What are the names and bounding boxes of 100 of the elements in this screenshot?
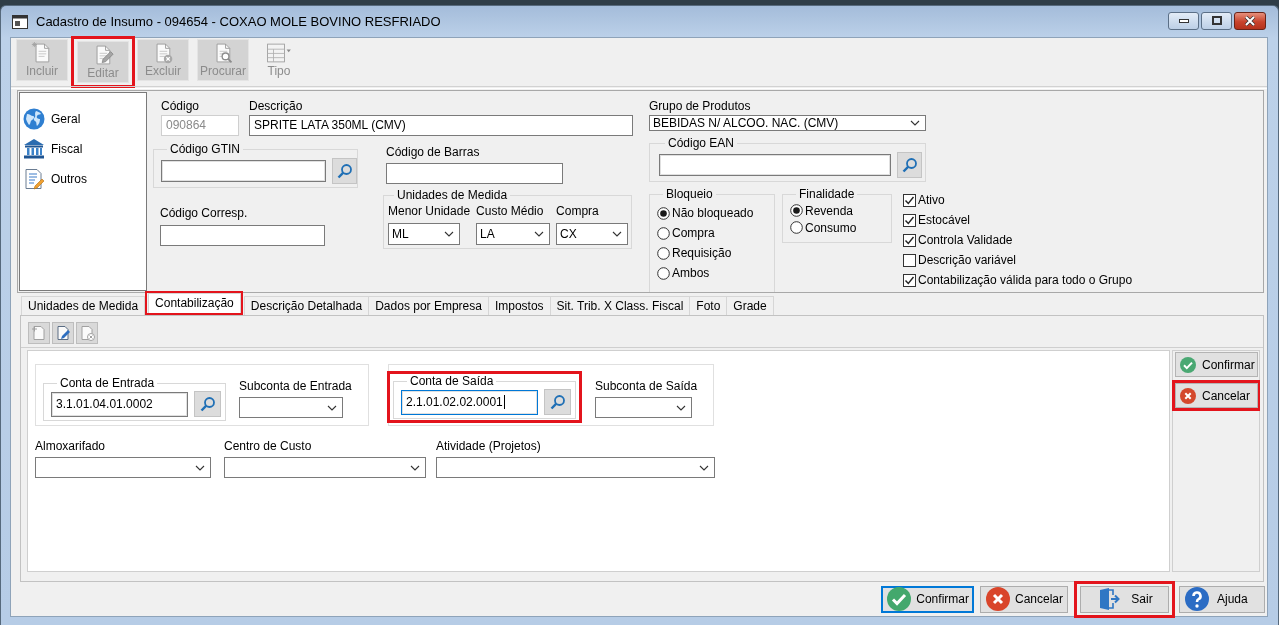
- field-label: Centro de Custo: [224, 439, 313, 453]
- field-label: Subconta de Entrada: [239, 379, 352, 393]
- radio-label: Consumo: [805, 220, 857, 235]
- tab[interactable]: Contabilização: [148, 293, 241, 313]
- close-button[interactable]: [1234, 11, 1266, 30]
- window-title: Cadastro de Insumo - 094654 - COXAO MOLE BOVINO RESFRIADO: [36, 14, 441, 29]
- input-field[interactable]: [659, 154, 891, 176]
- checkbox-label: Controla Validade: [918, 233, 1013, 247]
- radio-button[interactable]: [657, 266, 670, 280]
- maximize-icon: [1211, 16, 1222, 25]
- chevron-down-icon: [910, 120, 920, 126]
- confirm-button[interactable]: Confirmar: [881, 585, 974, 613]
- group-label: Finalidade: [798, 187, 856, 201]
- maximize-button[interactable]: [1201, 11, 1232, 30]
- group-label: Código GTIN: [169, 142, 242, 156]
- help-icon: [1185, 587, 1209, 611]
- search-button[interactable]: [194, 391, 221, 417]
- group-label: Bloqueio: [665, 187, 714, 201]
- radio-label: Requisição: [672, 246, 732, 260]
- minimize-button[interactable]: [1168, 11, 1199, 30]
- input-field[interactable]: [160, 225, 325, 246]
- tab[interactable]: Impostos: [487, 296, 551, 315]
- tab[interactable]: Descrição Detalhada: [243, 296, 370, 315]
- search-button[interactable]: [544, 389, 571, 415]
- search-icon: [199, 396, 216, 412]
- x-circle-icon: [985, 587, 1010, 611]
- dropdown[interactable]: LA: [476, 223, 551, 245]
- dropdown[interactable]: [35, 457, 211, 478]
- chevron-down-icon: [676, 404, 686, 411]
- sidebar-item[interactable]: Geral: [20, 104, 146, 134]
- exit-button[interactable]: Sair: [1080, 585, 1169, 613]
- edit-button[interactable]: [52, 322, 74, 344]
- minimize-icon: [1178, 18, 1189, 23]
- dropdown[interactable]: ML: [388, 223, 460, 245]
- sidebar-item[interactable]: Outros: [20, 164, 146, 194]
- edit-document-icon: [55, 325, 71, 341]
- text-cursor: [503, 395, 505, 410]
- dropdown[interactable]: [224, 457, 426, 478]
- input-field[interactable]: 3.1.01.04.01.0002: [51, 391, 188, 417]
- globe-icon: [23, 108, 45, 130]
- app-icon: [12, 14, 28, 29]
- field-label: Atividade (Projetos): [436, 439, 542, 453]
- dropdown[interactable]: [436, 457, 715, 478]
- radio-button[interactable]: [790, 221, 803, 234]
- checkbox-label: Contabilização válida para todo o Grupo: [918, 273, 1133, 287]
- radio-label: Revenda: [805, 203, 854, 218]
- new-document-icon: [31, 325, 47, 341]
- tab[interactable]: Grade: [726, 296, 774, 315]
- checkbox-label: Descrição variável: [918, 253, 1017, 267]
- cancel-button[interactable]: Cancelar: [1175, 383, 1258, 408]
- search-button[interactable]: [332, 158, 357, 184]
- checkbox-label: Estocável: [918, 213, 971, 227]
- field-label: Custo Médio: [476, 204, 545, 218]
- input-field[interactable]: 2.1.01.02.02.0001: [401, 389, 538, 415]
- radio-label: Ambos: [672, 266, 710, 280]
- x-circle-icon: [1180, 387, 1196, 404]
- dropdown[interactable]: [239, 397, 343, 418]
- checkbox-label: Ativo: [918, 193, 945, 207]
- confirm-button[interactable]: Confirmar: [1175, 352, 1258, 377]
- chevron-down-icon: [699, 464, 709, 471]
- radio-button[interactable]: [657, 246, 670, 260]
- check-circle-icon: [1180, 356, 1196, 373]
- group-label: Conta de Saída: [409, 374, 495, 388]
- chevron-down-icon: [444, 231, 454, 237]
- sidebar-item[interactable]: Fiscal: [20, 134, 146, 164]
- search-button[interactable]: [897, 152, 922, 178]
- radio-button[interactable]: [657, 226, 670, 240]
- bank-icon: [23, 138, 45, 160]
- input-field[interactable]: SPRITE LATA 350ML (CMV): [249, 115, 633, 136]
- group-label: Unidades de Medida: [396, 188, 509, 202]
- radio-button[interactable]: [790, 204, 803, 217]
- input-field[interactable]: [386, 163, 563, 184]
- field-label: Almoxarifado: [35, 439, 107, 453]
- search-icon: [549, 394, 566, 410]
- tab[interactable]: Unidades de Medida: [21, 296, 146, 315]
- radio-button[interactable]: [657, 206, 670, 220]
- search-icon: [901, 157, 918, 173]
- field-label: Grupo de Produtos: [649, 99, 751, 113]
- chevron-down-icon: [410, 464, 420, 471]
- checkbox[interactable]: [903, 233, 916, 247]
- checkbox[interactable]: [903, 213, 916, 227]
- search-icon: [336, 163, 353, 179]
- dropdown[interactable]: BEBIDAS N/ ALCOO. NAC. (CMV): [649, 115, 926, 131]
- chevron-down-icon: [195, 464, 205, 471]
- close-icon: [1244, 15, 1256, 26]
- dropdown[interactable]: CX: [556, 223, 629, 245]
- group-label: Código EAN: [667, 136, 736, 150]
- chevron-down-icon: [327, 404, 337, 411]
- help-button[interactable]: Ajuda: [1179, 585, 1265, 613]
- chevron-down-icon: [612, 231, 623, 237]
- checkbox[interactable]: [903, 193, 916, 207]
- field-label: Descrição: [249, 99, 304, 113]
- cancel-button[interactable]: Cancelar: [979, 585, 1068, 613]
- checkbox[interactable]: [903, 253, 916, 267]
- dropdown[interactable]: [595, 397, 692, 418]
- field-label: Código Corresp.: [160, 206, 249, 220]
- checkbox[interactable]: [903, 273, 916, 287]
- exit-door-icon: [1097, 587, 1122, 611]
- input-field[interactable]: [161, 160, 327, 182]
- tab[interactable]: Dados por Empresa: [368, 296, 489, 315]
